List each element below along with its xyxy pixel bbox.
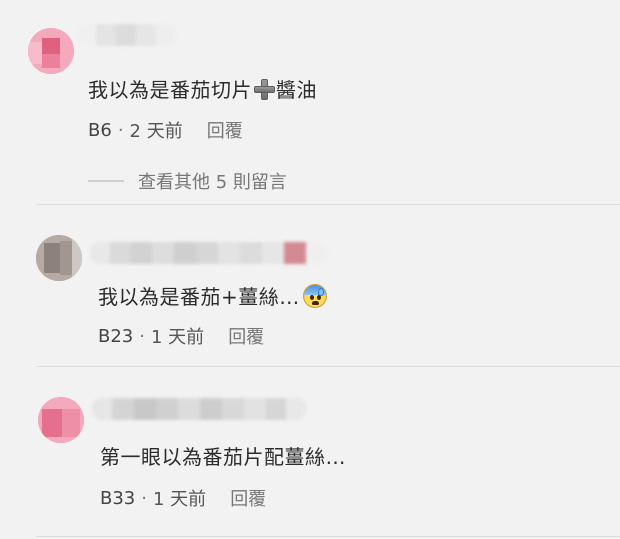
comment-meta: B23 · 1 天前 回覆 [98, 323, 264, 349]
anxious-sweat-face-icon [302, 284, 327, 308]
comment-divider [36, 536, 620, 537]
meta-separator: · [117, 119, 124, 141]
comment-meta: B6 · 2 天前 回覆 [88, 117, 243, 143]
username-blurred[interactable] [90, 242, 328, 264]
comment-text: 我以為是番茄+薑絲… [98, 281, 327, 310]
username-blurred[interactable] [92, 398, 306, 420]
view-more-replies-button[interactable]: 查看其他 5 則留言 [88, 168, 287, 194]
username-blurred[interactable] [76, 24, 176, 46]
comment-meta: B33 · 1 天前 回覆 [100, 485, 266, 511]
comment-b6: 我以為是番茄切片 醬油 B6 · 2 天前 回覆 查看其他 5 則留言 [0, 0, 620, 205]
timestamp: 1 天前 [153, 489, 207, 510]
avatar[interactable] [28, 28, 74, 74]
more-replies-label: 查看其他 5 則留言 [138, 172, 287, 193]
heavy-plus-icon [253, 78, 275, 100]
meta-separator: · [141, 487, 147, 509]
reply-button[interactable]: 回覆 [207, 117, 243, 143]
comment-thread: 我以為是番茄切片 醬油 B6 · 2 天前 回覆 查看其他 5 則留言 我以為是… [0, 0, 620, 539]
reply-button[interactable]: 回覆 [228, 323, 264, 349]
floor-label: B23 [98, 325, 134, 347]
meta-separator: · [139, 325, 145, 347]
timestamp: 1 天前 [151, 327, 205, 348]
comment-b23: 我以為是番茄+薑絲… B23 · 1 天前 回覆 [0, 205, 620, 367]
avatar[interactable] [38, 397, 84, 443]
comment-b33: 第一眼以為番茄片配薑絲… B33 · 1 天前 回覆 [0, 367, 620, 539]
more-replies-line [88, 180, 124, 182]
comment-text: 我以為是番茄切片 醬油 [88, 78, 317, 102]
comment-text: 第一眼以為番茄片配薑絲… [100, 445, 346, 469]
avatar[interactable] [36, 235, 82, 281]
floor-label: B33 [100, 487, 136, 509]
floor-label: B6 [88, 119, 112, 141]
reply-button[interactable]: 回覆 [230, 485, 266, 511]
timestamp: 2 天前 [129, 121, 183, 142]
